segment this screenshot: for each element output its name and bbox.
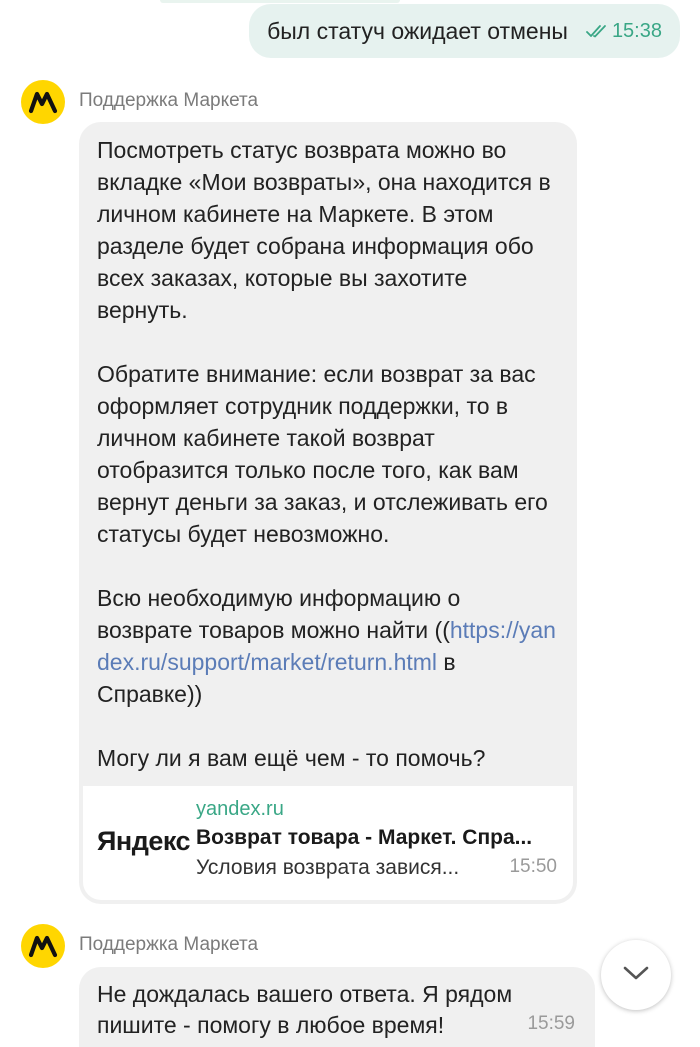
yandex-logo: Яндекс [97, 826, 191, 856]
outgoing-message-time: 15:38 [611, 19, 662, 42]
scroll-down-button[interactable] [601, 940, 671, 1010]
message-time: 15:59 [527, 1013, 575, 1034]
double-check-icon [586, 24, 608, 38]
preview-title: Возврат товара - Маркет. Спра... [196, 826, 533, 849]
previous-message-edge [160, 0, 400, 3]
yandex-market-logo-icon[interactable] [21, 80, 65, 124]
message-paragraph: Обратите внимание: если возврат за вас о… [97, 361, 548, 547]
link-preview-card[interactable]: Яндекс yandex.ru Возврат товара - Маркет… [83, 786, 573, 900]
message-text: Не дождалась вашего ответа. Я рядом пиши… [97, 981, 513, 1038]
outgoing-message-text: был статуч ожидает отмены [267, 17, 568, 44]
yandex-market-logo-icon[interactable] [21, 924, 65, 968]
message-paragraph: Всю необходимую информацию о возврате то… [97, 582, 559, 710]
message-paragraph: Могу ли я вам ещё чем - то помочь? [97, 745, 486, 771]
message-paragraph-text: Всю необходимую информацию о возврате то… [97, 585, 461, 643]
outgoing-message-meta: 15:38 [586, 20, 662, 43]
outgoing-message[interactable]: был статуч ожидает отмены 15:38 [249, 4, 680, 58]
sender-name: Поддержка Маркета [79, 934, 259, 955]
incoming-message[interactable]: Не дождалась вашего ответа. Я рядом пиши… [79, 967, 595, 1047]
preview-description: Условия возврата завися... [196, 856, 460, 879]
message-paragraph: Посмотреть статус возврата можно во вкла… [97, 137, 551, 323]
incoming-message[interactable]: Посмотреть статус возврата можно во вкла… [79, 122, 577, 904]
preview-domain: yandex.ru [196, 798, 284, 820]
chevron-down-icon [621, 964, 651, 987]
message-time: 15:50 [509, 856, 557, 877]
sender-name: Поддержка Маркета [79, 90, 259, 111]
